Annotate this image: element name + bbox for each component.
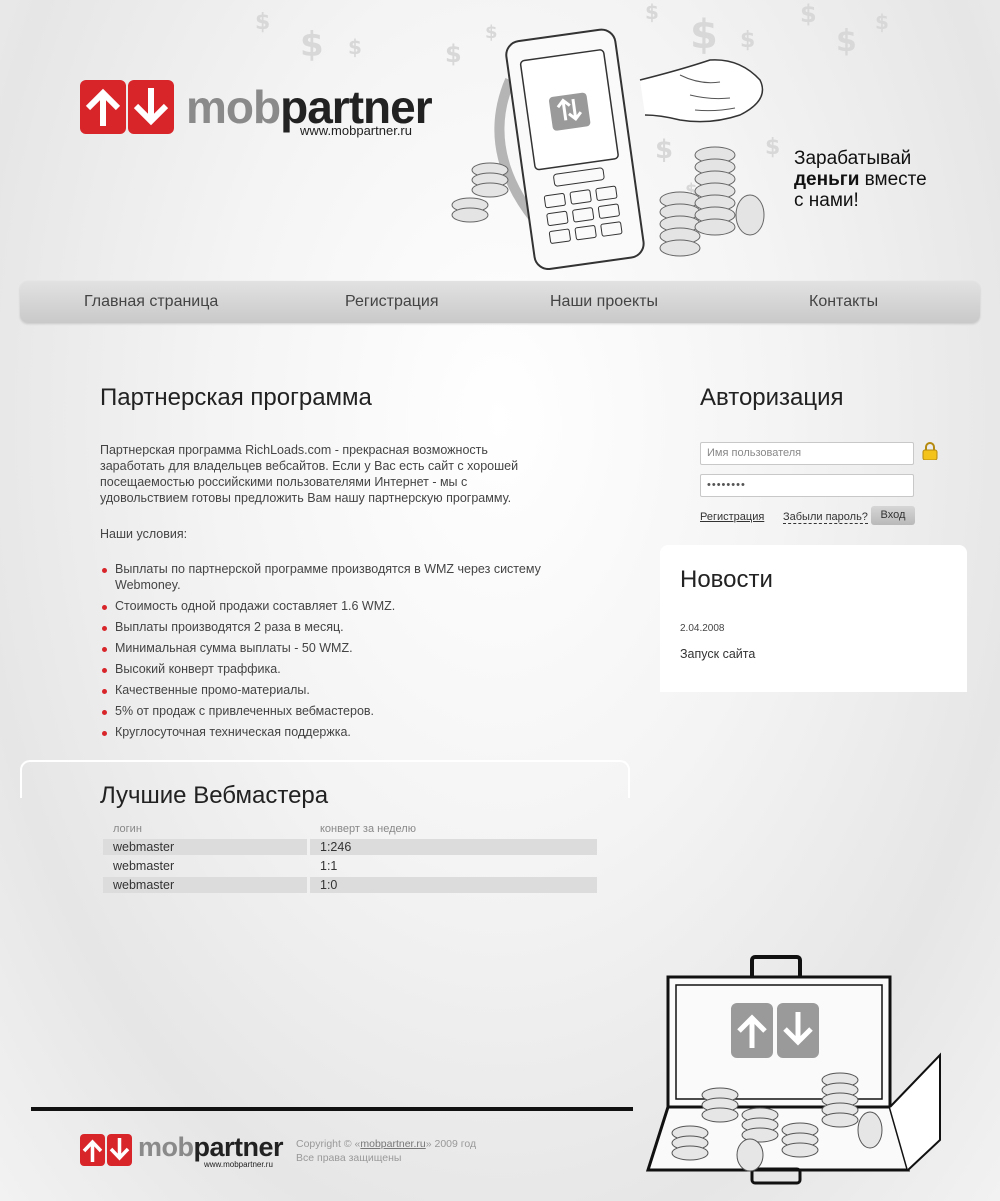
logo-arrow-up-icon	[80, 1134, 105, 1166]
auth-title: Авторизация	[700, 384, 844, 411]
register-link[interactable]: Регистрация	[700, 511, 764, 523]
logo-arrow-down-icon	[128, 80, 174, 134]
lock-icon	[922, 442, 938, 460]
copyright: Copyright © «mobpartner.ru» 2009 год Все…	[296, 1138, 477, 1164]
nav-item-contacts[interactable]: Контакты	[809, 281, 878, 323]
list-item: Минимальная сумма выплаты - 50 WMZ.	[100, 641, 580, 657]
news-date: 2.04.2008	[680, 623, 725, 634]
list-item: Круглосуточная техническая поддержка.	[100, 725, 580, 741]
list-item: Высокий конверт траффика.	[100, 662, 580, 678]
forgot-password-link[interactable]: Забыли пароль?	[783, 511, 868, 524]
nav-item-home[interactable]: Главная страница	[84, 281, 218, 323]
nav-item-registration[interactable]: Регистрация	[345, 281, 439, 323]
slogan: Зарабатывай деньги вместе с нами!	[794, 148, 927, 211]
footer-divider	[31, 1107, 633, 1111]
list-item: Стоимость одной продажи составляет 1.6 W…	[100, 599, 580, 615]
list-item: Выплаты по партнерской программе произво…	[100, 562, 580, 593]
dollar-icon: $	[255, 10, 271, 35]
news-item[interactable]: Запуск сайта	[680, 647, 755, 661]
login-button[interactable]: Вход	[871, 506, 915, 525]
webmasters-title: Лучшие Вебмастера	[100, 782, 329, 809]
dollar-icon: $	[348, 35, 362, 59]
footer-brand-url: www.mobpartner.ru	[204, 1160, 273, 1169]
main-nav: Главная страница Регистрация Наши проект…	[20, 281, 980, 323]
logo-arrow-down-icon	[107, 1134, 132, 1166]
logo-arrow-up-icon	[80, 80, 126, 134]
list-item: Выплаты производятся 2 раза в месяц.	[100, 620, 580, 636]
table-row: webmaster 1:1	[113, 859, 338, 873]
money-case-illustration	[645, 955, 941, 1185]
username-input[interactable]: Имя пользователя	[700, 442, 914, 465]
brand-url: www.mobpartner.ru	[300, 123, 412, 138]
news-panel: Новости 2.04.2008 Запуск сайта	[660, 545, 967, 692]
copyright-link[interactable]: mobpartner.ru	[360, 1138, 425, 1150]
program-intro: Партнерская программа RichLoads.com - пр…	[100, 443, 519, 505]
list-item: 5% от продаж с привлеченных вебмастеров.	[100, 704, 580, 720]
table-row: webmaster 1:0	[103, 877, 597, 893]
dollar-icon: $	[800, 0, 817, 28]
col-header-login: логин	[113, 823, 142, 835]
table-row: webmaster 1:246	[103, 839, 597, 855]
dollar-icon: $	[875, 10, 889, 34]
nav-item-projects[interactable]: Наши проекты	[550, 281, 658, 323]
site-logo[interactable]: mobpartner www.mobpartner.ru	[80, 80, 433, 140]
conditions-list: Выплаты по партнерской программе произво…	[100, 562, 580, 746]
list-item: Качественные промо-материалы.	[100, 683, 580, 699]
dollar-icon: $	[300, 25, 324, 65]
header: $ $ $ $ $ $ $ $ $ $ $ $ $ $ mobpartner w…	[0, 0, 1000, 275]
footer-logo[interactable]: mobpartner www.mobpartner.ru	[80, 1132, 284, 1170]
phone-handshake-illustration	[451, 28, 765, 270]
program-title: Партнерская программа	[100, 384, 372, 411]
dollar-icon: $	[836, 24, 857, 59]
news-title: Новости	[680, 566, 773, 593]
col-header-conversion: конверт за неделю	[320, 823, 416, 835]
conditions-label: Наши условия:	[100, 527, 188, 541]
password-input[interactable]: ••••••••	[700, 474, 914, 497]
footer-brand-name: mobpartner	[138, 1132, 284, 1162]
